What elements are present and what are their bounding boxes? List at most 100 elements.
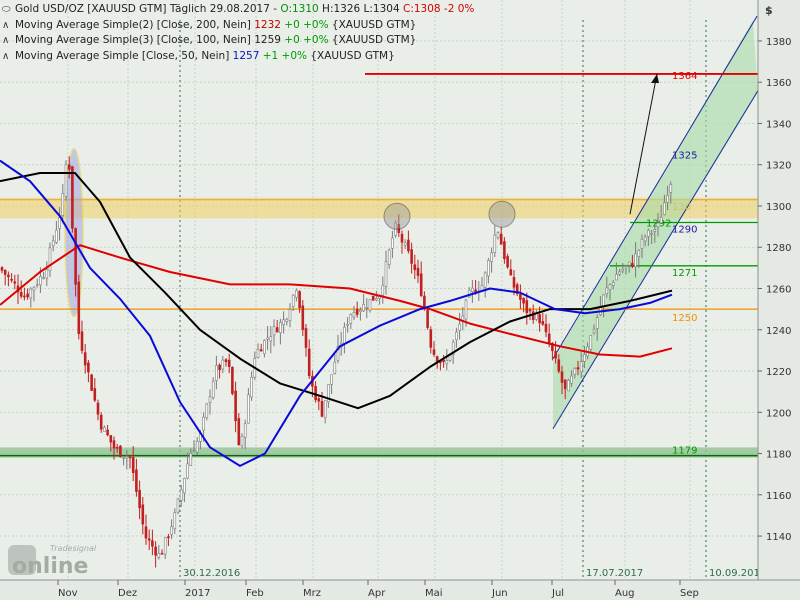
ma200-value: 1232 <box>254 18 281 31</box>
level-label-1271: 1271 <box>672 268 697 279</box>
candle-body <box>455 331 458 341</box>
candle-body <box>595 317 599 329</box>
candle-body <box>10 278 13 281</box>
candle-body <box>426 310 429 328</box>
candle-body <box>349 314 353 324</box>
candle-body <box>205 403 209 419</box>
candle-body <box>192 450 196 453</box>
y-tick-label: 1300 <box>766 202 791 213</box>
candle-body <box>167 536 170 538</box>
candle-body <box>170 526 173 535</box>
date-marker-label: 17.07.2017 <box>586 568 643 579</box>
candle-body <box>227 359 231 367</box>
candle-body <box>39 276 42 286</box>
level-label-1364: 1364 <box>672 71 697 82</box>
candle-body <box>160 552 164 555</box>
candle-body <box>611 282 615 286</box>
candle-body <box>506 256 509 268</box>
candle <box>515 282 519 297</box>
candle-body <box>435 356 439 362</box>
top-marker-apr <box>383 202 411 230</box>
candle-body <box>112 440 116 449</box>
candle-body <box>13 281 17 284</box>
chart-legend: ⬭ Gold USD/OZ [XAUUSD GTM] Täglich 29.08.… <box>2 2 474 64</box>
candle-body <box>176 498 180 513</box>
candle-body <box>61 193 65 216</box>
candle <box>176 497 180 515</box>
ma50-source: {XAUUSD GTM} <box>310 49 395 62</box>
y-axis-bg <box>758 0 800 600</box>
candle-body <box>659 216 663 224</box>
candle-body <box>301 305 305 330</box>
low-value: L:1304 <box>363 3 400 15</box>
legend-ma100[interactable]: ∧ Moving Average Simple(3) [Close, 100, N… <box>2 33 474 49</box>
candle-body <box>224 359 228 363</box>
candle-body <box>42 277 45 279</box>
x-axis: Nov Dez 2017 Feb Mrz Apr Mai Jun Jul Aug Sep <box>0 579 800 600</box>
y-tick-label: 1160 <box>766 491 791 502</box>
candle-body <box>32 286 36 291</box>
candle-body <box>368 298 372 311</box>
candle-body <box>304 328 308 348</box>
candle-body <box>195 440 199 453</box>
y-tick-label: 1340 <box>766 119 791 130</box>
instrument-name: Gold USD/OZ [XAUUSD GTM] <box>15 3 167 15</box>
candle-body <box>247 394 250 424</box>
candle-body <box>23 295 26 298</box>
candle-body <box>669 184 673 193</box>
y-tick-label: 1240 <box>766 326 791 337</box>
ma50-name: Moving Average Simple [Close, 50, Nein] <box>15 49 230 62</box>
indicator-icon: ∧ <box>2 19 10 31</box>
level-label-1250: 1250 <box>672 313 697 324</box>
candle-body <box>141 504 145 525</box>
ma100-value: 1259 <box>254 34 281 46</box>
y-tick-label: 1360 <box>766 78 791 89</box>
x-tick-label: Nov <box>58 588 78 599</box>
candle-body <box>445 360 449 365</box>
candle-body <box>579 361 583 373</box>
candle-body <box>67 164 71 170</box>
currency-label: $ <box>765 4 773 17</box>
candle-body <box>589 335 593 350</box>
candle-body <box>643 236 647 242</box>
candle-body <box>346 323 349 326</box>
candle-body <box>87 362 90 373</box>
candle-body <box>647 229 650 237</box>
x-tick-label: Aug <box>615 588 635 599</box>
candle-body <box>509 269 513 276</box>
candle-body <box>592 329 596 333</box>
legend-ma50[interactable]: ∧ Moving Average Simple [Close, 50, Nein]… <box>2 49 474 65</box>
candle-body <box>615 274 618 281</box>
y-tick-label: 1320 <box>766 161 791 172</box>
candle-body <box>295 290 298 298</box>
candle-body <box>343 326 346 344</box>
ma100-name: Moving Average Simple(3) [Close, 100, Ne… <box>15 34 251 46</box>
candle-body <box>384 261 388 287</box>
candle-body <box>90 374 93 391</box>
ma50-change: +1 +0% <box>262 49 308 62</box>
candle-body <box>503 241 506 260</box>
candle-body <box>29 288 33 299</box>
y-tick-label: 1220 <box>766 367 791 378</box>
candle-body <box>106 429 109 436</box>
candle-body <box>627 261 631 266</box>
candle-body <box>58 217 61 229</box>
candle <box>119 444 122 458</box>
candle-body <box>656 222 660 228</box>
price-chart[interactable]: 30.12.2016 17.07.2017 10.09.20171364132512… <box>0 0 800 600</box>
candle-body <box>554 351 557 359</box>
candle-body <box>663 202 666 215</box>
legend-ma200[interactable]: ∧ Moving Average Simple(2) [Close, 200, N… <box>2 18 474 34</box>
candle-body <box>275 327 279 333</box>
candle-body <box>496 232 500 238</box>
candle-body <box>7 274 10 277</box>
candle <box>589 335 593 352</box>
y-tick-label: 1180 <box>766 450 791 461</box>
candle-body <box>429 329 433 348</box>
candle-body <box>266 337 269 340</box>
watermark-sub: Tradesignal <box>50 544 97 553</box>
candle-body <box>243 423 247 438</box>
y-tick-label: 1260 <box>766 285 791 296</box>
candle-body <box>576 367 580 370</box>
candle-body <box>330 374 333 385</box>
